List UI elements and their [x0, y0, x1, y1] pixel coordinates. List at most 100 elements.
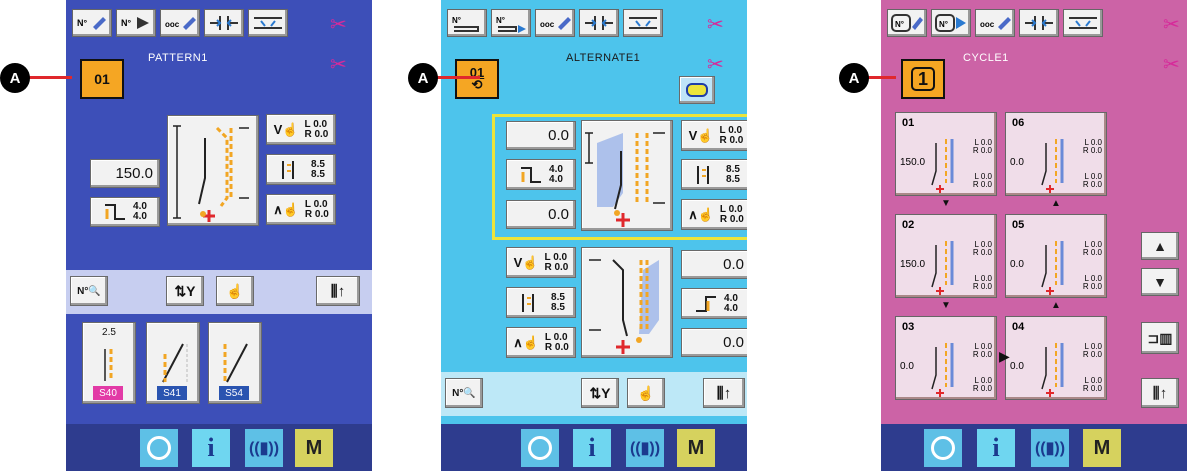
ready-button[interactable] — [140, 429, 178, 467]
lower-feed-button[interactable]: 4.0 4.0 — [681, 288, 747, 319]
cycle-number-button[interactable]: N° — [887, 9, 927, 37]
left-value: 150.0 — [115, 165, 153, 182]
svg-text:ooc: ooc — [540, 20, 555, 29]
info-button-2[interactable]: i — [573, 429, 611, 467]
stitch-count-button-2[interactable]: 8.5 8.5 — [681, 159, 747, 190]
thread-trim-icon-3[interactable]: ✂ — [707, 12, 724, 36]
thread-trim-icon-4[interactable]: ✂ — [707, 52, 724, 76]
upper-left-value-field[interactable]: 0.0 — [506, 121, 576, 150]
arrange-button-3[interactable]: ⫼↑ — [1141, 378, 1179, 408]
cycle-select-button[interactable]: N° — [931, 9, 971, 37]
pattern-S40-button[interactable]: 2.5 S40 — [82, 322, 136, 404]
touch-edit-button-2[interactable]: ☝ — [627, 378, 665, 408]
communication-button-3[interactable]: ((▮)) — [1031, 429, 1069, 467]
step-shape-icon — [931, 241, 954, 295]
thread-trim-icon-2[interactable]: ✂ — [330, 52, 347, 76]
info-button[interactable]: i — [192, 429, 230, 467]
width-button[interactable] — [204, 9, 244, 37]
alternate-number-selected[interactable]: 01 ⟲ — [455, 59, 499, 99]
feed-amount-button-2[interactable]: 4.0 4.0 — [506, 159, 576, 190]
cycle-step-card[interactable]: 03 0.0 L 0.0 R 0.0 L 0.0 R 0.0 — [895, 316, 997, 400]
step-number-label: 06 — [1012, 117, 1025, 129]
lower-upper-offset-button[interactable]: V☝ L 0.0 R 0.0 — [506, 247, 576, 278]
cycle-edit-button[interactable]: ⊐▥ — [1141, 322, 1179, 354]
cycle-step-card[interactable]: 06 0.0 L 0.0 R 0.0 L 0.0 R 0.0 — [1005, 112, 1107, 196]
ready-button-3[interactable] — [924, 429, 962, 467]
scroll-up-button[interactable]: ▲ — [1141, 232, 1179, 260]
lower-offset-button[interactable]: ∧☝ L 0.0 R 0.0 — [266, 194, 336, 225]
step-values-lower: L 0.0 R 0.0 — [1082, 172, 1102, 189]
lower-left-value-field[interactable]: 0.0 — [506, 200, 576, 229]
lower-right-value: 0.0 — [314, 208, 329, 220]
upper-offset-button[interactable]: V☝ L 0.0 R 0.0 — [266, 114, 336, 145]
pattern-search-button-2[interactable]: N°🔍 — [445, 378, 483, 408]
alternate-shape-icon — [585, 131, 665, 227]
communication-icon: ((▮)) — [248, 440, 280, 457]
pattern-S41-button[interactable]: S41 — [146, 322, 200, 404]
upper-left-value-2: 0.0 — [548, 127, 569, 144]
step-shape-icon — [1041, 139, 1064, 193]
scroll-down-button[interactable]: ▼ — [1141, 268, 1179, 296]
width-button-2[interactable] — [579, 9, 619, 37]
pattern-shape-button[interactable] — [167, 115, 259, 226]
repeat-button[interactable] — [679, 76, 715, 104]
pattern-search-button[interactable]: N°🔍 — [70, 276, 108, 306]
width-button-3[interactable] — [1019, 9, 1059, 37]
pattern-number-selected[interactable]: 01 — [80, 59, 124, 99]
info-button-3[interactable]: i — [977, 429, 1015, 467]
thread-trim-icon-6[interactable]: ✂ — [1163, 52, 1180, 76]
touch-hand-icon-2: ☝ — [637, 384, 655, 401]
stitch-count-button[interactable]: 8.5 8.5 — [266, 154, 336, 185]
mode-button-3[interactable]: M — [1083, 429, 1121, 467]
communication-button[interactable]: ((▮)) — [245, 429, 283, 467]
up-arrow-icon: ▲ — [1051, 198, 1061, 209]
mode-button[interactable]: M — [295, 429, 333, 467]
feed-amount-button[interactable]: 4.0 4.0 — [90, 197, 160, 227]
sequence-button-2[interactable]: ⇅Y — [581, 378, 619, 408]
cycle-step-card[interactable]: 05 0.0 L 0.0 R 0.0 L 0.0 R 0.0 — [1005, 214, 1107, 298]
lower-right-top-field[interactable]: 0.0 — [681, 250, 747, 279]
step-number-label: 04 — [1012, 321, 1025, 333]
lower-right-bottom-field[interactable]: 0.0 — [681, 328, 747, 357]
presser-button-2[interactable] — [623, 9, 663, 37]
alternate-shape-button-2[interactable] — [581, 247, 673, 358]
alternate-select-button[interactable]: N° — [491, 9, 531, 37]
offset-hand-icon-4: ∧☝ — [688, 206, 714, 222]
lower-lower-offset-button[interactable]: ∧☝ L 0.0 R 0.0 — [506, 327, 576, 358]
next-step-arrow-icon: ▶ — [999, 348, 1010, 364]
left-value-field[interactable]: 150.0 — [90, 159, 160, 188]
name-edit-button-3[interactable]: ooc — [975, 9, 1015, 37]
cycle-step-card[interactable]: 04 0.0 L 0.0 R 0.0 L 0.0 R 0.0 — [1005, 316, 1107, 400]
svg-text:N°: N° — [496, 16, 505, 25]
arrange-button-2[interactable]: ⫼↑ — [703, 378, 745, 408]
stitch-bars-icon — [282, 160, 295, 179]
arrange-button[interactable]: ⫼↑ — [316, 276, 360, 306]
offset-hand-icon-2: ∧☝ — [273, 201, 299, 217]
presser-button-3[interactable] — [1063, 9, 1103, 37]
alternate-number-button[interactable]: N° — [447, 9, 487, 37]
pattern-select-button[interactable]: N° — [116, 9, 156, 37]
sequence-button[interactable]: ⇅Y — [166, 276, 204, 306]
pattern-number-button[interactable]: N° — [72, 9, 112, 37]
cycle-step-card[interactable]: 01 150.0 L 0.0 R 0.0 L 0.0 R 0.0 — [895, 112, 997, 196]
cycle-number-selected[interactable]: 1 — [901, 59, 945, 99]
cycle-step-card[interactable]: 02 150.0 L 0.0 R 0.0 L 0.0 R 0.0 — [895, 214, 997, 298]
communication-button-2[interactable]: ((▮)) — [626, 429, 664, 467]
name-edit-button[interactable]: ooc — [160, 9, 200, 37]
thread-trim-icon[interactable]: ✂ — [330, 12, 347, 36]
name-edit-button-2[interactable]: ooc — [535, 9, 575, 37]
presser-button[interactable] — [248, 9, 288, 37]
svg-text:ooc: ooc — [165, 20, 180, 29]
number-loop-icon: N° — [452, 16, 479, 32]
touch-edit-button[interactable]: ☝ — [216, 276, 254, 306]
lower-offset-button-2[interactable]: ∧☝ L 0.0 R 0.0 — [681, 199, 747, 230]
alternate-shape-button[interactable] — [581, 120, 673, 231]
pattern-S54-button[interactable]: S54 — [208, 322, 262, 404]
ready-button-2[interactable] — [521, 429, 559, 467]
marker-a-2: A — [408, 63, 438, 93]
upper-offset-button-2[interactable]: V☝ L 0.0 R 0.0 — [681, 120, 747, 151]
lower-stitch-count-button[interactable]: 8.5 8.5 — [506, 287, 576, 318]
mode-button-2[interactable]: M — [677, 429, 715, 467]
lower-offset-r-value: 0.0 — [554, 261, 569, 273]
thread-trim-icon-5[interactable]: ✂ — [1163, 12, 1180, 36]
